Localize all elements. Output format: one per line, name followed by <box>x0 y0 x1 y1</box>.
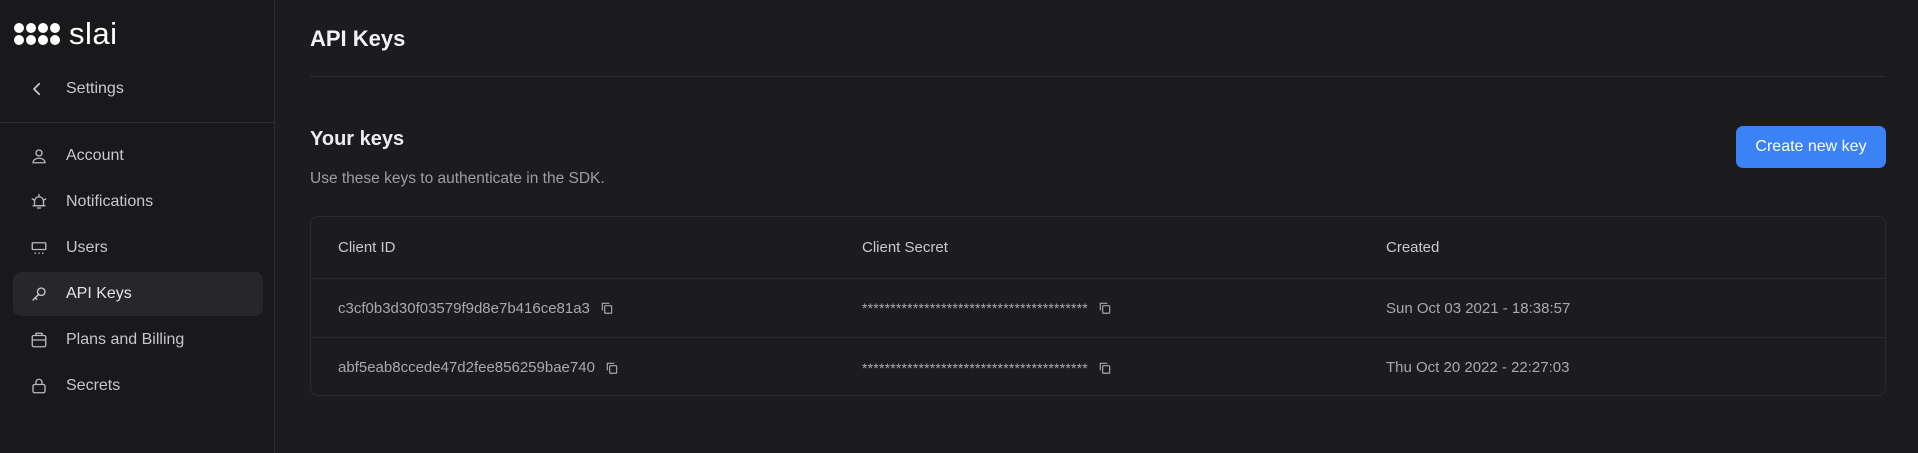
copy-icon[interactable] <box>600 301 614 315</box>
key-icon <box>32 287 46 301</box>
back-to-settings[interactable]: Settings <box>28 80 124 98</box>
client-id-value: abf5eab8ccede47d2fee856259bae740 <box>338 359 595 376</box>
title-divider <box>310 76 1886 77</box>
sidebar-item-label: API Keys <box>66 285 132 302</box>
sidebar-item-label: Secrets <box>66 377 121 394</box>
sidebar-item-plans-and-billing[interactable]: Plans and Billing <box>13 318 263 362</box>
table-row: c3cf0b3d30f03579f9d8e7b416ce81a3 *******… <box>311 279 1885 338</box>
lock-icon <box>32 378 46 394</box>
client-id-value: c3cf0b3d30f03579f9d8e7b416ce81a3 <box>338 299 590 317</box>
app-window: slai Settings Account Notifications User… <box>0 0 1918 453</box>
copy-icon[interactable] <box>1098 301 1112 315</box>
sidebar-divider <box>0 122 274 123</box>
column-header-client-secret: Client Secret <box>862 239 948 256</box>
sidebar-item-label: Account <box>66 147 124 164</box>
chevron-left-icon <box>33 82 41 96</box>
billing-icon <box>31 332 47 348</box>
copy-icon[interactable] <box>1098 361 1112 375</box>
sidebar-item-users[interactable]: Users <box>13 226 263 270</box>
sidebar-item-notifications[interactable]: Notifications <box>13 180 263 224</box>
sidebar-item-label: Users <box>66 239 108 256</box>
created-value: Thu Oct 20 2022 - 22:27:03 <box>1386 359 1570 376</box>
logo[interactable]: slai <box>14 18 118 50</box>
sidebar-item-label: Notifications <box>66 193 154 210</box>
section-subtitle: Use these keys to authenticate in the SD… <box>310 170 605 187</box>
client-id-cell: c3cf0b3d30f03579f9d8e7b416ce81a3 <box>338 300 614 317</box>
created-cell: Sun Oct 03 2021 - 18:38:57 <box>1386 300 1570 317</box>
sidebar-item-label: Plans and Billing <box>66 331 185 348</box>
user-icon <box>32 149 46 164</box>
back-label: Settings <box>66 80 124 97</box>
client-secret-value: **************************************** <box>862 359 1088 376</box>
table-row: abf5eab8ccede47d2fee856259bae740 *******… <box>311 338 1885 397</box>
users-icon <box>31 242 47 254</box>
main-content: API Keys Your keys Use these keys to aut… <box>275 0 1918 453</box>
page-title: API Keys <box>310 26 406 51</box>
logo-mark-icon <box>14 23 60 45</box>
settings-nav: Account Notifications Users API Keys Pla… <box>13 134 263 410</box>
table-header-row: Client ID Client Secret Created <box>311 217 1885 279</box>
sidebar-item-api-keys[interactable]: API Keys <box>13 272 263 316</box>
created-cell: Thu Oct 20 2022 - 22:27:03 <box>1386 359 1569 376</box>
client-secret-value: **************************************** <box>862 300 1088 316</box>
column-header-created: Created <box>1386 239 1440 256</box>
sidebar-item-secrets[interactable]: Secrets <box>13 364 263 408</box>
logo-text: slai <box>69 16 118 51</box>
client-secret-cell: **************************************** <box>862 300 1112 316</box>
client-secret-cell: **************************************** <box>862 360 1112 376</box>
section-title: Your keys <box>310 128 405 150</box>
create-new-key-button[interactable]: Create new key <box>1736 126 1886 168</box>
created-value: Sun Oct 03 2021 - 18:38:57 <box>1386 299 1571 317</box>
client-id-cell: abf5eab8ccede47d2fee856259bae740 <box>338 359 619 376</box>
column-header-client-id: Client ID <box>338 239 396 256</box>
sidebar-item-account[interactable]: Account <box>13 134 263 178</box>
sidebar: slai Settings Account Notifications User… <box>0 0 275 453</box>
copy-icon[interactable] <box>605 361 619 375</box>
bell-icon <box>31 193 47 209</box>
api-keys-table: Client ID Client Secret Created c3cf0b3d… <box>310 216 1886 396</box>
